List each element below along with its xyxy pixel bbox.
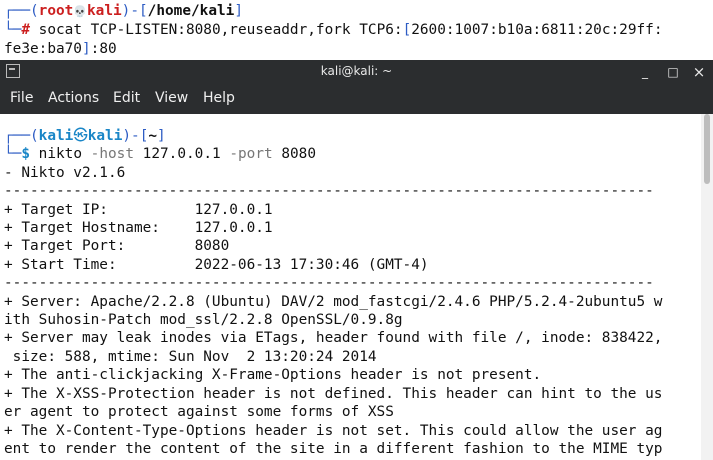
bg-command: socat TCP-LISTEN:8080,reuseaddr,fork TCP… (38, 22, 403, 39)
output-line: + Server may leak inodes via ETags, head… (4, 330, 663, 347)
bg-prompt-dir: /home/kali (147, 3, 235, 19)
output-line: + Start Time: 2022-06-13 17:30:46 (GMT-4… (4, 256, 429, 273)
bg-prompt-host: kali (87, 3, 122, 19)
menu-help[interactable]: Help (203, 90, 235, 106)
window-titlebar[interactable]: kali@kali: ~ _ □ × (0, 60, 713, 84)
bg-prompt-user: root (38, 3, 74, 19)
output-line: ----------------------------------------… (4, 183, 654, 200)
skull-icon: 💀 (73, 5, 88, 18)
prompt-dir: ~ (148, 128, 158, 144)
menu-bar: File Actions Edit View Help (0, 84, 713, 114)
menu-actions[interactable]: Actions (48, 90, 99, 106)
output-line: er agent to protect against some forms o… (4, 404, 394, 421)
bg-command-wrap: fe3e:ba70]:80 (4, 40, 117, 57)
output-line: + Target IP: 127.0.0.1 (4, 201, 273, 218)
output-line: ith Suhosin-Patch mod_ssl/2.2.8 OpenSSL/… (4, 312, 403, 329)
output-line: ent to render the content of the site in… (4, 440, 663, 457)
output-line: + Target Hostname: 127.0.0.1 (4, 220, 273, 237)
terminal-scrollbar[interactable] (701, 114, 713, 460)
menu-file[interactable]: File (10, 90, 33, 106)
menu-edit[interactable]: Edit (113, 90, 140, 106)
command-name: nikto (38, 146, 82, 163)
terminal-area[interactable]: ┌──(kali㉿kali)-[~] └─$ nikto -host 127.0.… (0, 114, 701, 460)
port-value: 8080 (281, 146, 316, 163)
output-line: size: 588, mtime: Sun Nov 2 13:20:24 201… (4, 348, 377, 365)
window-title: kali@kali: ~ (320, 64, 393, 78)
prompt-line-1: ┌──(kali㉿kali)-[~] (4, 128, 166, 144)
host-value: 127.0.0.1 (142, 146, 221, 163)
command-line: └─$ nikto -host 127.0.0.1 -port 8080 (4, 146, 316, 163)
output-line: - Nikto v2.1.6 (4, 164, 126, 181)
close-button[interactable]: × (688, 62, 710, 82)
output-line: + The anti-clickjacking X-Frame-Options … (4, 367, 542, 384)
terminal-content: ┌──(kali㉿kali)-[~] └─$ nikto -host 127.0.… (4, 127, 662, 458)
output-line: + Target Port: 8080 (4, 238, 230, 255)
background-terminal: ┌──(root💀kali)-[/home/kali] └─# socat TCP… (4, 2, 663, 58)
prompt-host: kali (87, 128, 123, 144)
output-line: + The X-XSS-Protection header is not def… (4, 385, 663, 402)
maximize-button[interactable]: □ (662, 62, 684, 82)
option-host: -host (90, 146, 134, 163)
output-line: + The X-Content-Type-Options header is n… (4, 422, 663, 439)
option-port: -port (229, 146, 273, 163)
prompt-user: kali (38, 128, 74, 144)
bg-prompt-line-1: ┌──(root💀kali)-[/home/kali] (4, 3, 243, 19)
menu-view[interactable]: View (155, 90, 188, 106)
output-line: + Server: Apache/2.2.8 (Ubuntu) DAV/2 mo… (4, 293, 663, 310)
bg-command-line: └─# socat TCP-LISTEN:8080,reuseaddr,fork… (4, 22, 663, 39)
terminal-output: - Nikto v2.1.6 --------------------------… (4, 164, 662, 459)
minimize-button[interactable]: _ (634, 62, 656, 82)
at-symbol-icon: ㉿ (73, 128, 88, 144)
scrollbar-thumb[interactable] (704, 114, 710, 184)
output-line: ----------------------------------------… (4, 275, 654, 292)
